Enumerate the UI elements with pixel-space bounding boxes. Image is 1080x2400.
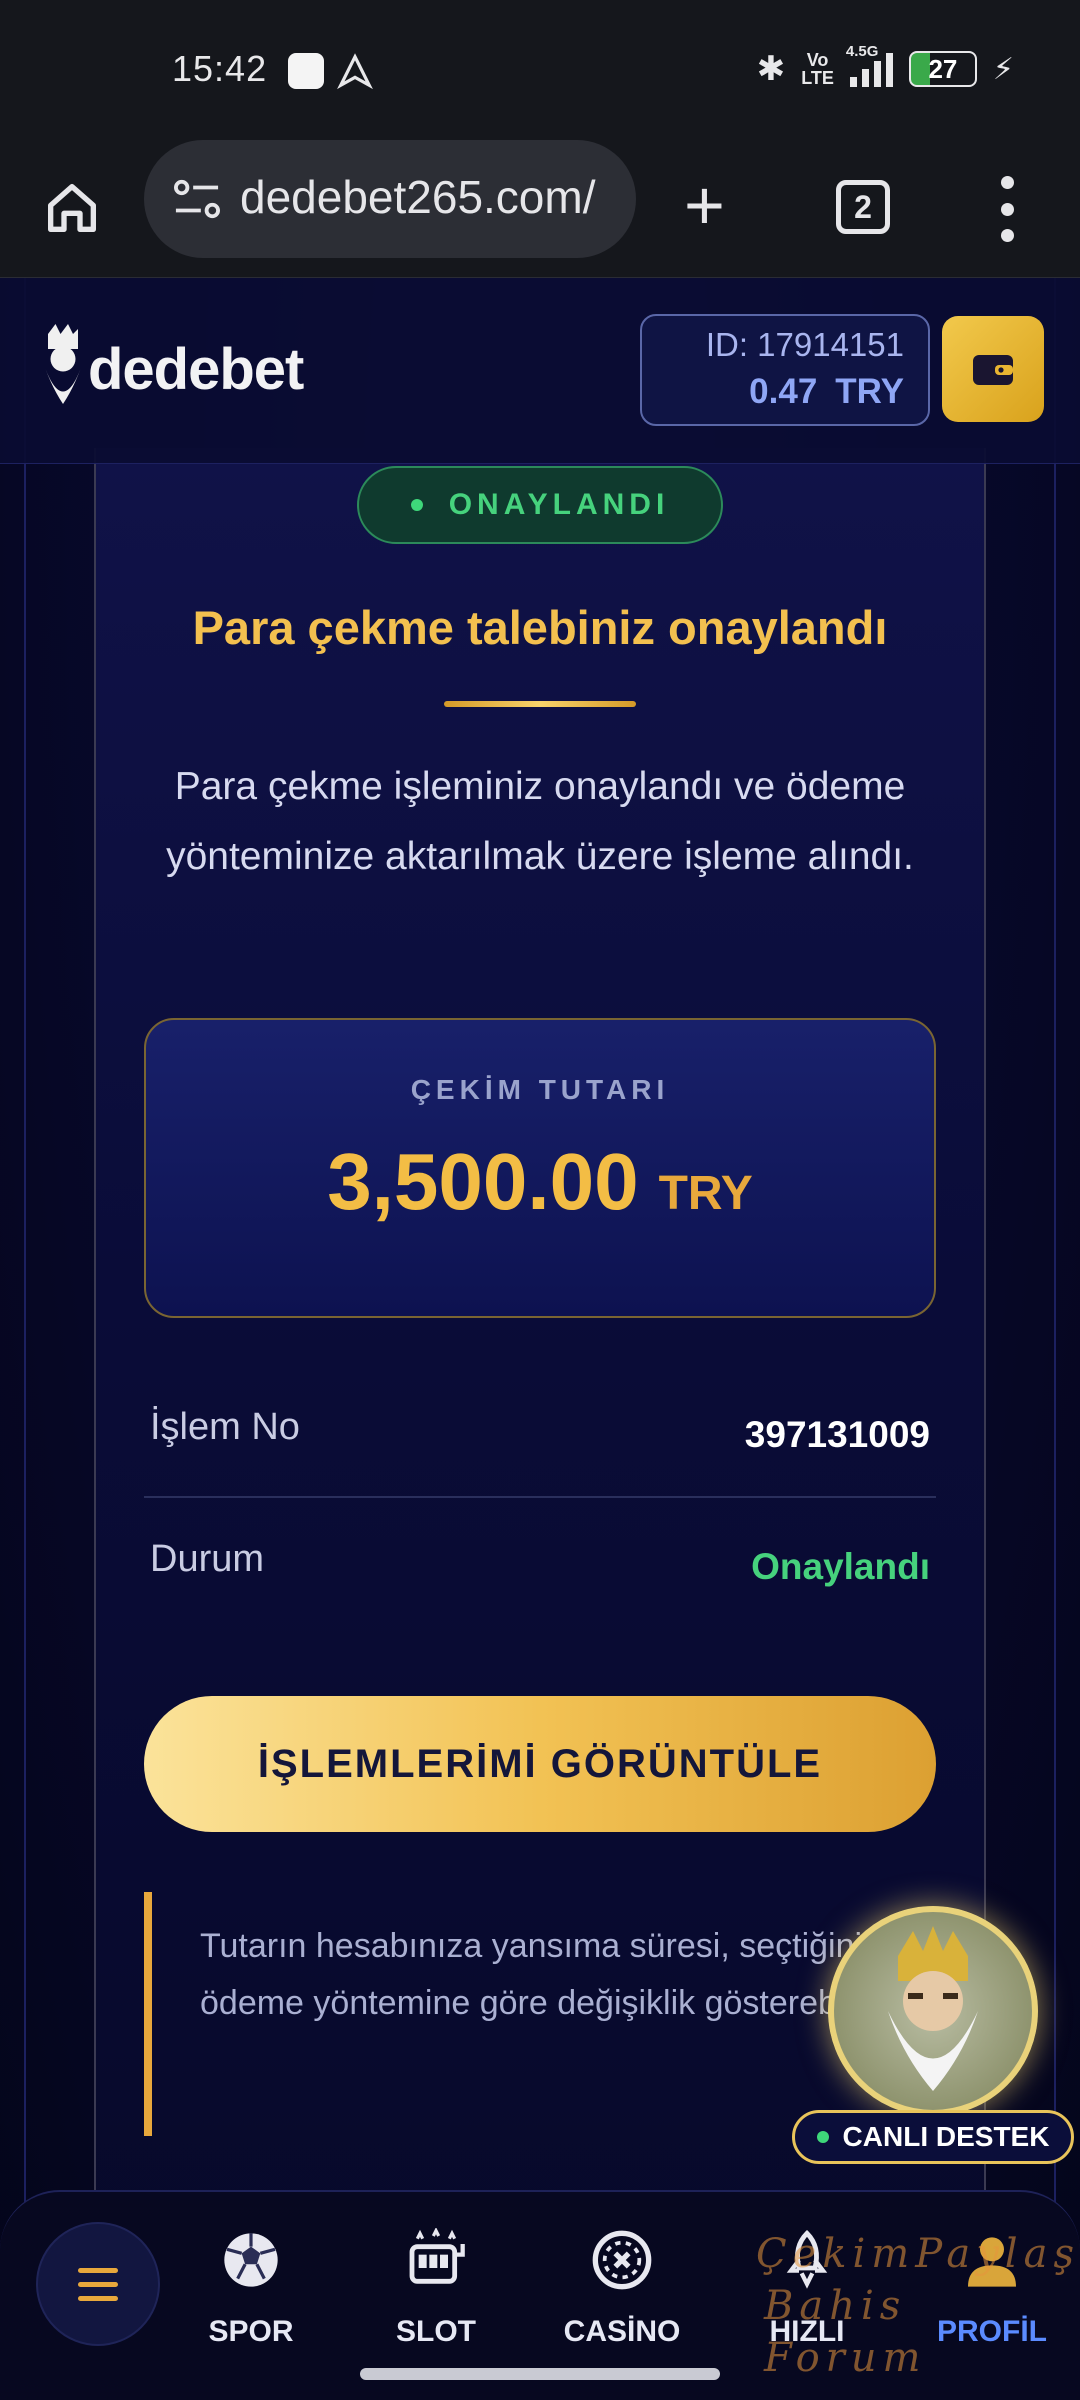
tab-switcher-button[interactable]: 2 [836, 180, 890, 234]
account-info[interactable]: ID: 17914151 0.47 TRY [640, 314, 930, 426]
browser-menu-button[interactable] [996, 176, 1018, 242]
logo-text: dedebet [88, 336, 304, 402]
url-text[interactable]: dedebet265.com/ [240, 170, 620, 224]
side-rail-left [24, 278, 26, 2400]
navigation-arrow-icon [337, 53, 373, 90]
watermark: ÇekimPaylaş Bahis Forum [756, 2231, 1080, 2381]
gesture-home-indicator[interactable] [360, 2368, 720, 2380]
signal-icon: 4.5G [846, 43, 893, 87]
site-settings-icon[interactable] [172, 176, 222, 222]
network-type: 4.5G [845, 43, 879, 60]
battery-icon: 27 [908, 51, 977, 87]
wallet-icon [973, 355, 1013, 385]
bluetooth-icon: ✱ [756, 50, 786, 88]
charging-icon: ⚡ [992, 52, 1014, 86]
volte-icon: Vo LTE [801, 50, 834, 88]
live-support-widget[interactable]: CANLI DESTEK [792, 1906, 1078, 2164]
online-dot-icon [816, 2131, 829, 2143]
notification-app-icon [288, 53, 324, 89]
logo[interactable]: dedebet [38, 324, 304, 414]
wallet-button[interactable] [942, 316, 1044, 422]
nav-item-spor[interactable]: SPOR [171, 2228, 331, 2349]
status-indicators: ✱ Vo LTE 4.5G 27 ⚡ [756, 43, 1014, 92]
account-id: ID: 17914151 [705, 326, 904, 363]
casino-chip-icon [592, 2230, 652, 2290]
soccer-ball-icon [224, 2233, 278, 2287]
status-time: 15:42 [172, 48, 268, 89]
slot-machine-icon [409, 2227, 465, 2284]
mascot-icon [888, 1926, 978, 2091]
site-header: dedebet ID: 17914151 0.47 TRY [0, 278, 1080, 464]
view-transactions-button[interactable]: İŞLEMLERİMİ GÖRÜNTÜLE [144, 1696, 936, 1832]
live-support-button[interactable]: CANLI DESTEK [792, 2110, 1074, 2164]
logo-mascot-icon [45, 324, 81, 404]
status-bar: 15:42 ✱ Vo LTE 4.5G 27 ⚡ [0, 0, 1080, 140]
support-avatar[interactable] [828, 1906, 1038, 2116]
hamburger-menu-button[interactable] [36, 2222, 160, 2346]
nav-item-slot[interactable]: SLOT [356, 2227, 516, 2349]
account-balance: 0.47 TRY [749, 372, 904, 411]
new-tab-button[interactable]: + [684, 170, 725, 240]
home-icon[interactable] [40, 176, 104, 240]
browser-toolbar: dedebet265.com/ + 2 [0, 140, 1080, 278]
address-bar[interactable]: dedebet265.com/ [144, 140, 636, 258]
nav-item-casino[interactable]: CASİNO [542, 2228, 702, 2349]
